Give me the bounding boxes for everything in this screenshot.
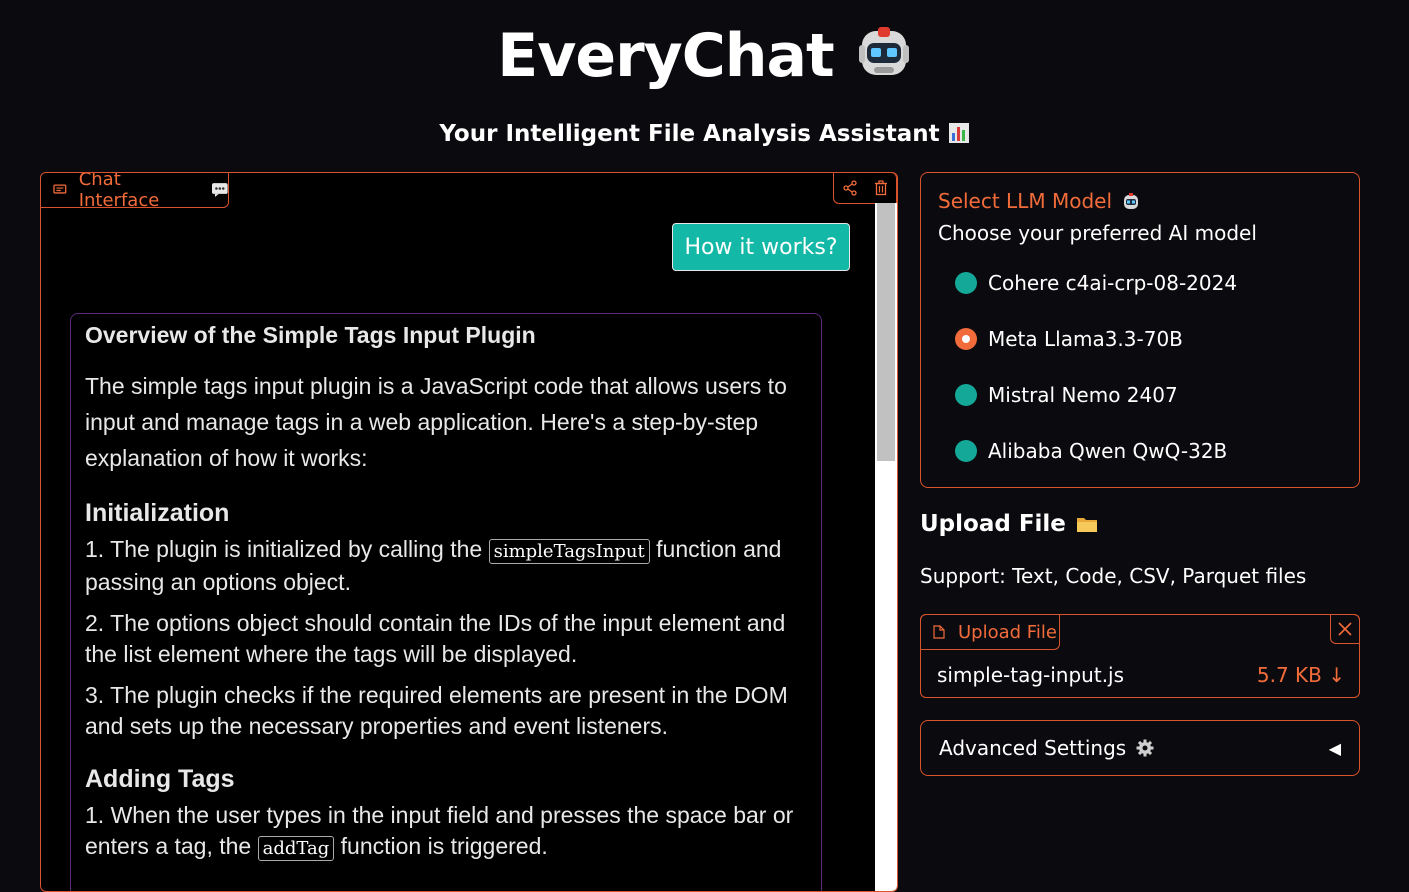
speech-bubble-icon	[212, 183, 228, 197]
section-title: Initialization	[85, 499, 230, 527]
chat-interface-tab[interactable]: Chat Interface	[41, 172, 229, 211]
bot-message-intro: The simple tags input plugin is a JavaSc…	[85, 373, 787, 471]
advanced-settings-label: Advanced Settings	[939, 736, 1127, 760]
step-text: 1. The plugin is initialized by calling …	[85, 536, 489, 562]
inline-code: addTag	[257, 836, 335, 861]
upload-support-text: Support: Text, Code, CSV, Parquet files	[920, 564, 1307, 588]
inline-code: simpleTagsInput	[488, 539, 650, 564]
robot-icon	[858, 27, 909, 76]
step-text: 2. The options object should contain the…	[85, 610, 786, 667]
radio-button[interactable]	[955, 384, 977, 406]
model-option-label: Meta Llama3.3-70B	[988, 327, 1183, 351]
model-option-meta-llama[interactable]: Meta Llama3.3-70B	[955, 311, 1342, 367]
file-size-download[interactable]: 5.7 KB ↓	[1257, 663, 1345, 687]
chat-bubble-icon	[53, 184, 67, 194]
model-selector: Select LLM Model Choose your preferred A…	[920, 172, 1360, 488]
model-option-cohere[interactable]: Cohere c4ai-crp-08-2024	[955, 255, 1342, 311]
list-item: 3. The plugin checks if the required ele…	[85, 680, 807, 742]
bot-message-heading: Overview of the Simple Tags Input Plugin	[85, 322, 536, 348]
advanced-settings-accordion[interactable]: Advanced Settings ◀	[920, 720, 1360, 776]
model-options: Cohere c4ai-crp-08-2024 Meta Llama3.3-70…	[938, 255, 1342, 479]
share-icon	[842, 180, 857, 196]
model-option-label: Alibaba Qwen QwQ-32B	[988, 439, 1228, 463]
remove-file-button[interactable]	[1330, 614, 1360, 644]
list-item: 1. When the user types in the input fiel…	[85, 800, 807, 864]
model-option-mistral[interactable]: Mistral Nemo 2407	[955, 367, 1342, 423]
upload-file-tab[interactable]: Upload File	[920, 614, 1060, 650]
gear-icon	[1136, 739, 1154, 757]
list-item: 1. The plugin is initialized by calling …	[85, 534, 807, 598]
file-icon	[933, 625, 945, 639]
chat-scrollbar-thumb[interactable]	[877, 203, 895, 461]
user-message: How it works?	[672, 223, 850, 271]
app-title: EveryChat	[497, 21, 834, 91]
step-text: function is triggered.	[334, 833, 548, 859]
robot-icon	[1124, 193, 1139, 209]
advanced-settings-header: Advanced Settings	[939, 736, 1154, 760]
upload-tab-label: Upload File	[958, 621, 1057, 643]
step-text: 3. The plugin checks if the required ele…	[85, 682, 788, 739]
chat-panel: Chat Interface How it works? Overview of…	[40, 172, 898, 892]
model-option-qwen[interactable]: Alibaba Qwen QwQ-32B	[955, 423, 1342, 479]
app-title-row: EveryChat	[0, 20, 1409, 92]
app-subtitle-row: Your Intelligent File Analysis Assistant	[0, 118, 1409, 150]
model-option-label: Cohere c4ai-crp-08-2024	[988, 271, 1238, 295]
uploaded-file-row: simple-tag-input.js 5.7 KB ↓	[937, 663, 1345, 687]
model-selector-subtitle: Choose your preferred AI model	[938, 221, 1257, 245]
clear-chat-button[interactable]	[872, 179, 890, 197]
model-selector-title-row: Select LLM Model	[938, 187, 1342, 215]
radio-button[interactable]	[955, 272, 977, 294]
folder-icon	[1076, 518, 1097, 532]
share-button[interactable]	[841, 179, 859, 197]
bot-message: Overview of the Simple Tags Input Plugin…	[70, 313, 822, 891]
bar-chart-icon	[948, 123, 969, 143]
trash-icon	[874, 180, 887, 196]
collapse-caret-icon[interactable]: ◀	[1329, 739, 1341, 758]
upload-heading-row: Upload File	[920, 508, 1098, 540]
model-selector-title: Select LLM Model	[938, 189, 1113, 213]
list-item: 2. The options object should contain the…	[85, 608, 807, 670]
app-subtitle: Your Intelligent File Analysis Assistant	[439, 121, 940, 147]
section-title: Adding Tags	[85, 765, 235, 793]
file-name: simple-tag-input.js	[937, 663, 1125, 687]
upload-heading: Upload File	[920, 511, 1066, 537]
model-option-label: Mistral Nemo 2407	[988, 383, 1178, 407]
radio-button-selected[interactable]	[955, 328, 977, 350]
chat-tab-label: Chat Interface	[78, 172, 160, 211]
radio-button[interactable]	[955, 440, 977, 462]
chat-toolbar	[833, 173, 897, 204]
chat-scrollbar[interactable]	[875, 203, 897, 891]
close-icon	[1338, 622, 1352, 636]
file-upload-box[interactable]: Upload File simple-tag-input.js 5.7 KB ↓	[920, 614, 1360, 698]
